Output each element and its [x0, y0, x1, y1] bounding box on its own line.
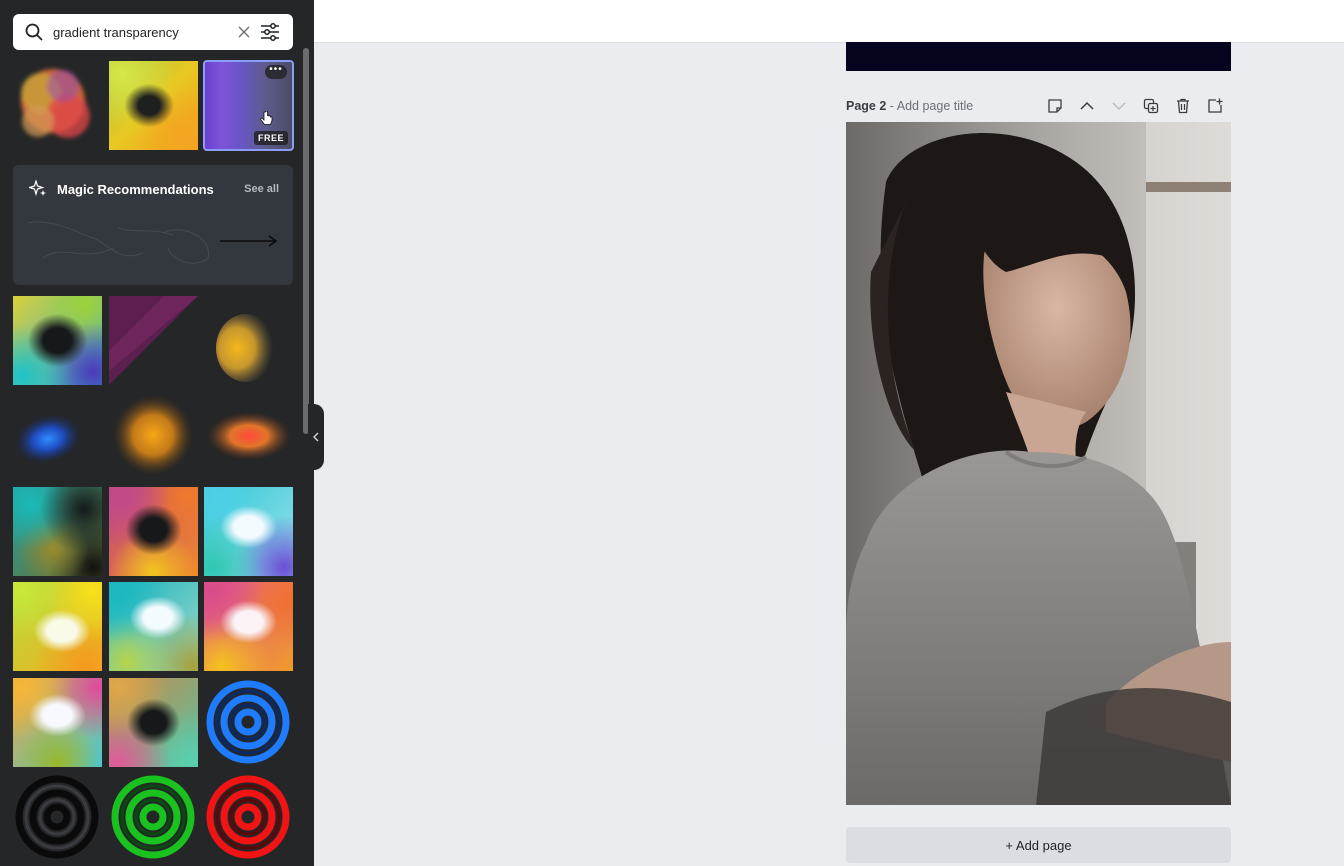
result-purple-triangle[interactable] [109, 296, 198, 385]
page-photo-woman-at-laptop[interactable] [846, 122, 1231, 805]
add-page-label: + Add page [1005, 837, 1072, 853]
result-blob-red[interactable] [204, 391, 293, 480]
add-page-button[interactable]: + Add page [846, 827, 1231, 863]
result-rings-blue[interactable] [204, 678, 293, 767]
collapse-panel-button[interactable] [308, 404, 324, 470]
editor-top-bar [314, 0, 1344, 43]
clear-search-icon[interactable] [231, 19, 257, 45]
result-rings-black[interactable] [13, 773, 102, 862]
page-number: Page 2 [846, 99, 887, 113]
magic-recommendations-card: Magic Recommendations See all [13, 165, 293, 285]
filter-icon[interactable] [257, 19, 283, 45]
result-blob-gold[interactable] [204, 296, 293, 385]
sparkle-icon [29, 180, 46, 197]
result-rings-green[interactable] [109, 773, 198, 862]
hand-cursor-icon [260, 111, 273, 125]
add-page-title-field[interactable]: - Add page title [890, 99, 973, 113]
delete-page-icon[interactable] [1167, 96, 1199, 116]
recommendation-arrow-icon[interactable] [219, 235, 279, 247]
page-header: Page 2 - Add page title [846, 96, 1231, 116]
result-blob-blue[interactable] [13, 391, 102, 480]
result-gradient-dark-pink[interactable] [109, 678, 198, 767]
previous-page-preview[interactable] [846, 42, 1231, 71]
result-blob-warm[interactable] [13, 61, 102, 150]
note-icon[interactable] [1039, 96, 1071, 116]
result-gradient-multicolor-white[interactable] [13, 678, 102, 767]
move-page-up-icon[interactable] [1071, 96, 1103, 116]
duplicate-page-icon[interactable] [1135, 96, 1167, 116]
result-gradient-yellow-white[interactable] [13, 582, 102, 671]
search-bar [13, 14, 293, 50]
result-gradient-purple-selected[interactable]: ••• FREE [203, 60, 294, 151]
result-gradient-cyan-white[interactable] [204, 487, 293, 576]
magic-recommendations-title: Magic Recommendations [57, 181, 214, 197]
result-blob-orange[interactable] [109, 391, 198, 480]
result-gradient-orange-magenta[interactable] [109, 487, 198, 576]
result-gradient-yellow[interactable] [109, 61, 198, 150]
result-gradient-rainbow-dark[interactable] [13, 296, 102, 385]
elements-panel: ••• FREE Magic Recommendations See all [0, 0, 314, 866]
move-page-down-icon [1103, 96, 1135, 116]
result-gradient-pink-white[interactable] [204, 582, 293, 671]
more-options-icon[interactable]: ••• [265, 65, 287, 79]
search-icon [23, 21, 45, 43]
search-input[interactable] [53, 24, 231, 40]
panel-scrollbar[interactable] [303, 48, 309, 434]
result-gradient-teal-olive[interactable] [13, 487, 102, 576]
add-page-icon[interactable] [1199, 96, 1231, 116]
page-toolbar [1039, 96, 1231, 116]
free-badge: FREE [253, 131, 288, 145]
result-rings-red[interactable] [204, 773, 293, 862]
chevron-left-icon [313, 432, 319, 442]
see-all-link[interactable]: See all [244, 183, 279, 195]
recommendation-sketch[interactable] [23, 213, 223, 273]
result-gradient-teal-white[interactable] [109, 582, 198, 671]
